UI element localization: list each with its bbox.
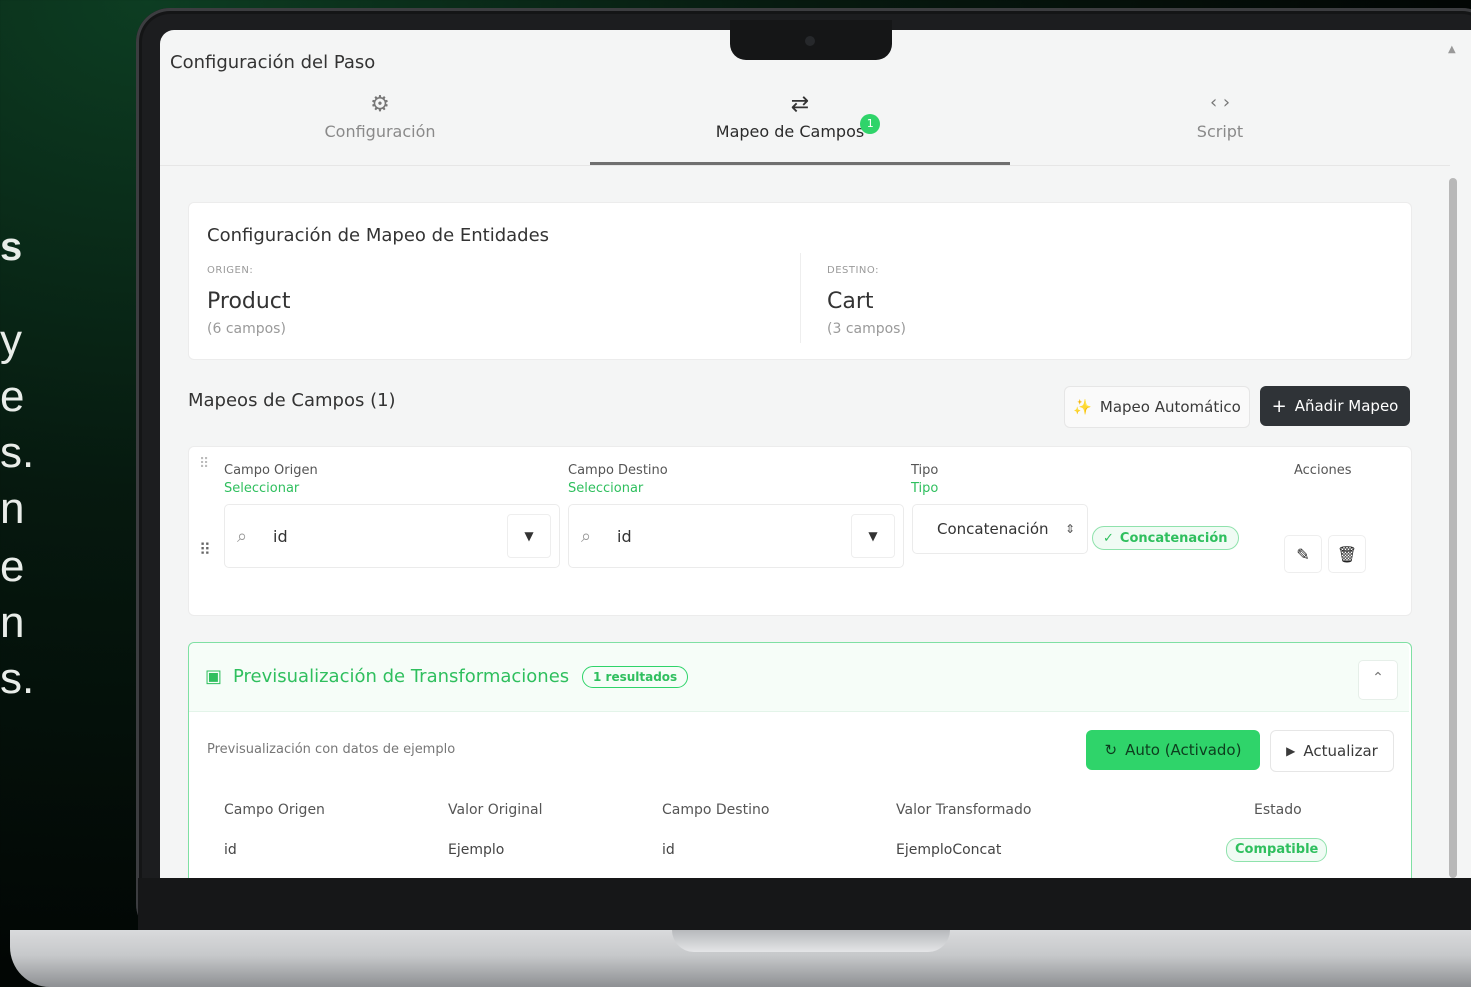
trash-icon: 🗑 xyxy=(1336,544,1358,564)
select-value: Concatenación xyxy=(937,520,1049,538)
column-label: Tipo xyxy=(911,463,939,478)
select-value: id xyxy=(617,526,632,546)
auto-mapping-button[interactable]: ✨ Mapeo Automático xyxy=(1064,386,1250,428)
type-chip: ✓ Concatenación xyxy=(1092,526,1239,550)
origin-label: ORIGEN: xyxy=(207,265,254,276)
entity-mapping-card: Configuración de Mapeo de Entidades ORIG… xyxy=(188,202,1412,360)
column-header-origin: Campo Origen Seleccionar xyxy=(224,462,318,498)
background-text-fragment: n xyxy=(0,484,25,533)
swap-arrows-icon: ⇄ xyxy=(790,92,810,117)
tab-label: Configuración xyxy=(324,122,436,141)
destination-label: DESTINO: xyxy=(827,265,879,276)
preview-title: Previsualización de Transformaciones xyxy=(233,666,570,687)
updown-icon: ⇕ xyxy=(1064,522,1075,536)
scrollbar[interactable] xyxy=(1449,178,1457,878)
button-label: Añadir Mapeo xyxy=(1294,397,1399,415)
auto-refresh-toggle[interactable]: ↻ Auto (Activado) xyxy=(1086,730,1260,770)
button-label: Auto (Activado) xyxy=(1125,741,1242,759)
plus-icon: + xyxy=(1271,395,1287,417)
column-header-actions: Acciones xyxy=(1294,463,1352,478)
field-mappings-title: Mapeos de Campos (1) xyxy=(188,390,396,411)
search-icon: ⌕ xyxy=(581,525,592,547)
table-header-cell: Campo Origen xyxy=(224,802,325,818)
chevron-up-icon: ⌃ xyxy=(1372,670,1384,686)
preview-subtitle: Previsualización con datos de ejemplo xyxy=(207,742,456,757)
button-label: Actualizar xyxy=(1303,742,1378,760)
gear-icon: ⚙ xyxy=(370,92,390,117)
active-tab-indicator xyxy=(590,162,1010,165)
origin-field-count: (6 campos) xyxy=(207,321,286,337)
column-label: Campo Destino xyxy=(568,463,668,478)
laptop-base-notch xyxy=(672,930,950,952)
refresh-icon: ↻ xyxy=(1104,741,1118,759)
column-header-destination: Campo Destino Seleccionar xyxy=(568,462,668,498)
card-divider xyxy=(800,253,801,343)
tab-label: Mapeo de Campos xyxy=(715,122,865,141)
chevron-down-icon[interactable]: ▼ xyxy=(851,514,895,558)
code-brackets-icon: ‹ › xyxy=(1209,92,1231,113)
step-config-dialog: Configuración del Paso ⚙ Configuración ⇄… xyxy=(160,30,1471,878)
table-cell-original-value: Ejemplo xyxy=(448,842,505,858)
chevron-down-icon[interactable]: ▼ xyxy=(507,514,551,558)
dialog-title: Configuración del Paso xyxy=(170,52,376,73)
destination-entity: Cart xyxy=(827,289,874,314)
button-label: Mapeo Automático xyxy=(1099,398,1241,416)
results-count-badge: 1 resultados xyxy=(582,666,689,688)
column-sublabel: Seleccionar xyxy=(224,481,300,496)
background-text-fragment: s. xyxy=(0,654,35,703)
origin-entity: Product xyxy=(207,289,291,314)
background-text-fragment: s. xyxy=(0,428,35,477)
search-icon: ⌕ xyxy=(237,525,248,547)
background-text-fragment: e xyxy=(0,372,25,421)
magic-wand-icon: ✨ xyxy=(1073,398,1092,416)
preview-icon: ▣ xyxy=(205,666,223,687)
tab-label: Script xyxy=(1196,122,1244,141)
table-header-cell: Estado xyxy=(1254,802,1302,818)
status-badge: Compatible xyxy=(1226,838,1328,862)
column-sublabel: Tipo xyxy=(911,481,939,496)
camera-icon xyxy=(805,36,815,46)
play-icon: ▶ xyxy=(1286,744,1296,758)
type-select[interactable]: Concatenación ⇕ xyxy=(912,504,1088,554)
chip-label: Concatenación xyxy=(1119,530,1228,546)
background-text-fragment: n xyxy=(0,598,25,647)
laptop-bezel-bottom xyxy=(138,878,1471,930)
background-text-fragment: s xyxy=(0,225,23,269)
tab-divider xyxy=(160,165,1450,166)
scroll-up-arrow-icon[interactable]: ▲ xyxy=(1448,44,1456,55)
edit-button[interactable]: ✎ xyxy=(1284,535,1322,573)
pencil-icon: ✎ xyxy=(1296,544,1310,564)
entity-mapping-title: Configuración de Mapeo de Entidades xyxy=(207,225,550,246)
column-header-type: Tipo Tipo xyxy=(911,462,938,498)
background-text-fragment: e xyxy=(0,542,25,591)
tab-mapeo-de-campos[interactable]: ⇄ Mapeo de Campos 1 xyxy=(590,92,1010,144)
tab-configuracion[interactable]: ⚙ Configuración xyxy=(170,92,590,141)
table-cell-origin: id xyxy=(224,842,237,858)
add-mapping-button[interactable]: + Añadir Mapeo xyxy=(1260,386,1410,426)
table-header-cell: Valor Original xyxy=(448,802,543,818)
drag-handle-icon[interactable]: ⠿ xyxy=(199,540,211,559)
destination-field-count: (3 campos) xyxy=(827,321,906,337)
tab-script[interactable]: ‹ › Script xyxy=(1010,92,1430,141)
delete-button[interactable]: 🗑 xyxy=(1328,535,1366,573)
count-badge: 1 xyxy=(860,114,881,134)
refresh-button[interactable]: ▶ Actualizar xyxy=(1270,730,1394,772)
check-circle-icon: ✓ xyxy=(1103,530,1114,546)
column-label: Campo Origen xyxy=(224,463,318,478)
table-header-cell: Campo Destino xyxy=(662,802,770,818)
destination-field-select[interactable]: ⌕ id ▼ xyxy=(568,504,904,568)
table-header-cell: Valor Transformado xyxy=(896,802,1032,818)
table-cell-destination: id xyxy=(662,842,675,858)
select-value: id xyxy=(273,526,288,546)
background-text-fragment: y xyxy=(0,316,22,365)
origin-field-select[interactable]: ⌕ id ▼ xyxy=(224,504,560,568)
drag-handle-icon[interactable]: ⠿ xyxy=(199,456,209,472)
column-sublabel: Seleccionar xyxy=(568,481,644,496)
table-cell-transformed-value: EjemploConcat xyxy=(896,842,1002,858)
collapse-button[interactable]: ⌃ xyxy=(1358,660,1398,700)
